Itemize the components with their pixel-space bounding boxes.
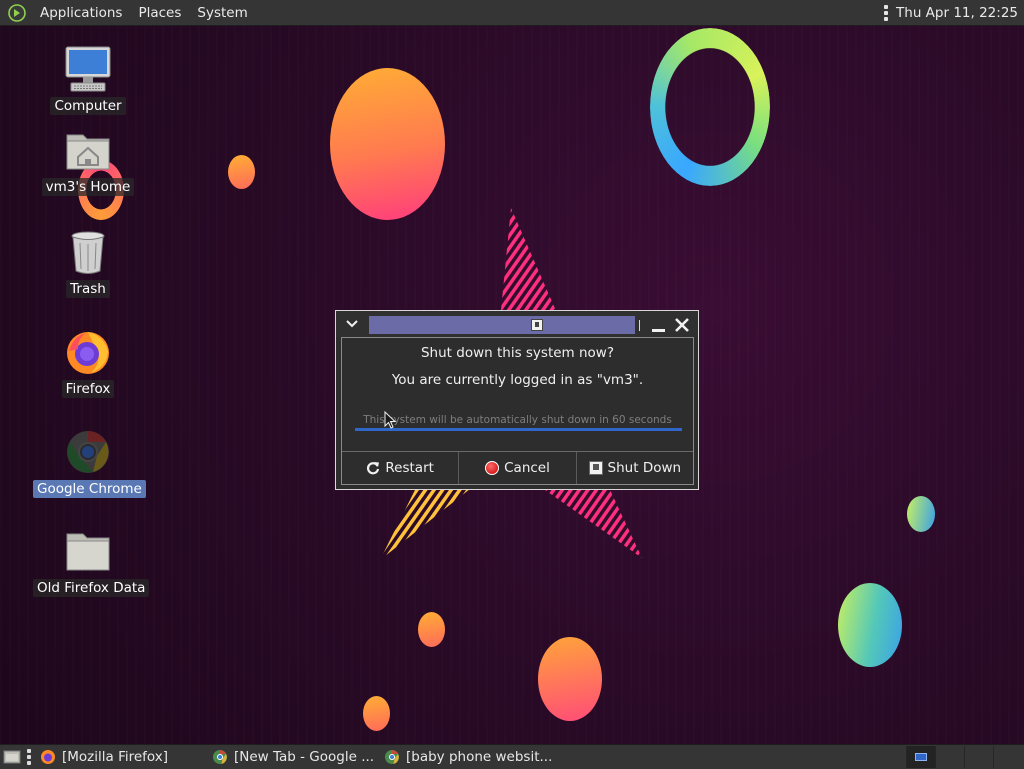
desktop-icon-label: Trash (66, 280, 110, 298)
titlebar-title-area[interactable] (369, 316, 635, 334)
workspace-1[interactable] (906, 746, 935, 768)
shutdown-icon (588, 461, 603, 475)
chrome-icon (213, 750, 227, 764)
firefox-icon (41, 750, 55, 764)
countdown-progress (355, 428, 682, 431)
desktop-icon-chrome[interactable]: Google Chrome (33, 427, 146, 498)
computer-icon (65, 46, 111, 92)
logged-in-text: You are currently logged in as "vm3". (391, 372, 644, 388)
panel-handle-icon[interactable] (27, 749, 31, 765)
restart-button[interactable]: Restart (342, 452, 460, 484)
chrome-icon (385, 750, 399, 764)
desktop-icon-label: Computer (50, 97, 126, 115)
wallpaper-green-bubble (838, 583, 902, 667)
workspace-switcher (906, 746, 1022, 768)
wallpaper-orange-bubble (330, 68, 445, 220)
wallpaper-gradient-ring (650, 28, 770, 186)
top-panel: Applications Places System Thu Apr 11, 2… (0, 0, 1024, 26)
countdown-progress-fill (355, 428, 682, 431)
menu-applications[interactable]: Applications (32, 5, 130, 21)
wallpaper-orange-bubble (228, 155, 255, 189)
taskbar-item-firefox[interactable]: [Mozilla Firefox] (36, 746, 204, 768)
desktop-icon-label: Google Chrome (33, 480, 146, 498)
show-desktop-icon[interactable] (2, 749, 22, 765)
restart-icon (367, 462, 380, 475)
cancel-button[interactable]: Cancel (459, 452, 577, 484)
desktop-icon-label: Old Firefox Data (33, 579, 150, 597)
app-window-icon (531, 319, 543, 331)
titlebar-separator (639, 320, 640, 331)
taskbar-item-label: [New Tab - Google ... (234, 749, 375, 765)
mate-logo-icon[interactable] (8, 3, 26, 22)
desktop-icon-old-firefox-data[interactable]: Old Firefox Data (33, 526, 150, 597)
dialog-question: Shut down this system now? (420, 345, 615, 361)
panel-handle-icon[interactable] (884, 4, 889, 21)
bottom-panel: [Mozilla Firefox] [New Tab - Google ... … (0, 744, 1024, 769)
wallpaper-green-bubble (907, 496, 935, 532)
desktop-icon-label: vm3's Home (41, 178, 135, 196)
taskbar-item-chrome-newtab[interactable]: [New Tab - Google ... (208, 746, 376, 768)
cancel-icon (485, 461, 500, 475)
shutdown-button[interactable]: Shut Down (577, 452, 693, 484)
shutdown-dialog: Shut down this system now? You are curre… (335, 310, 699, 490)
restart-button-label: Restart (385, 460, 434, 476)
taskbar-item-label: [baby phone websit... (406, 749, 553, 765)
wallpaper-orange-bubble (363, 696, 390, 731)
minimize-button[interactable] (649, 319, 669, 333)
wallpaper-orange-bubble (538, 637, 602, 721)
desktop-icon-home[interactable]: vm3's Home (33, 125, 143, 196)
chrome-icon (67, 431, 109, 473)
workspace-3[interactable] (964, 746, 993, 768)
mouse-pointer-icon (384, 411, 396, 429)
chevron-down-icon[interactable] (345, 318, 359, 330)
trash-icon (71, 231, 105, 274)
dialog-titlebar[interactable] (336, 311, 698, 337)
taskbar-item-label: [Mozilla Firefox] (62, 749, 169, 765)
desktop-icon-firefox[interactable]: Firefox (33, 327, 143, 398)
desktop-icon-computer[interactable]: Computer (33, 44, 143, 115)
desktop-icon-trash[interactable]: Trash (33, 227, 143, 298)
desktop-icon-label: Firefox (61, 380, 115, 398)
close-icon[interactable] (673, 316, 691, 334)
wallpaper-orange-bubble (418, 612, 445, 647)
firefox-icon (67, 332, 109, 374)
taskbar-item-chrome-baby-phone[interactable]: [baby phone websit... (380, 746, 552, 768)
shutdown-button-label: Shut Down (607, 460, 682, 476)
folder-icon (66, 533, 110, 571)
cancel-button-label: Cancel (504, 460, 550, 476)
home-folder-icon (66, 134, 110, 170)
workspace-2[interactable] (935, 746, 964, 768)
menu-places[interactable]: Places (130, 5, 189, 21)
dialog-button-row: Restart Cancel Shut Down (342, 451, 693, 484)
workspace-4[interactable] (993, 746, 1022, 768)
clock[interactable]: Thu Apr 11, 22:25 (896, 5, 1018, 21)
menu-system[interactable]: System (189, 5, 255, 21)
